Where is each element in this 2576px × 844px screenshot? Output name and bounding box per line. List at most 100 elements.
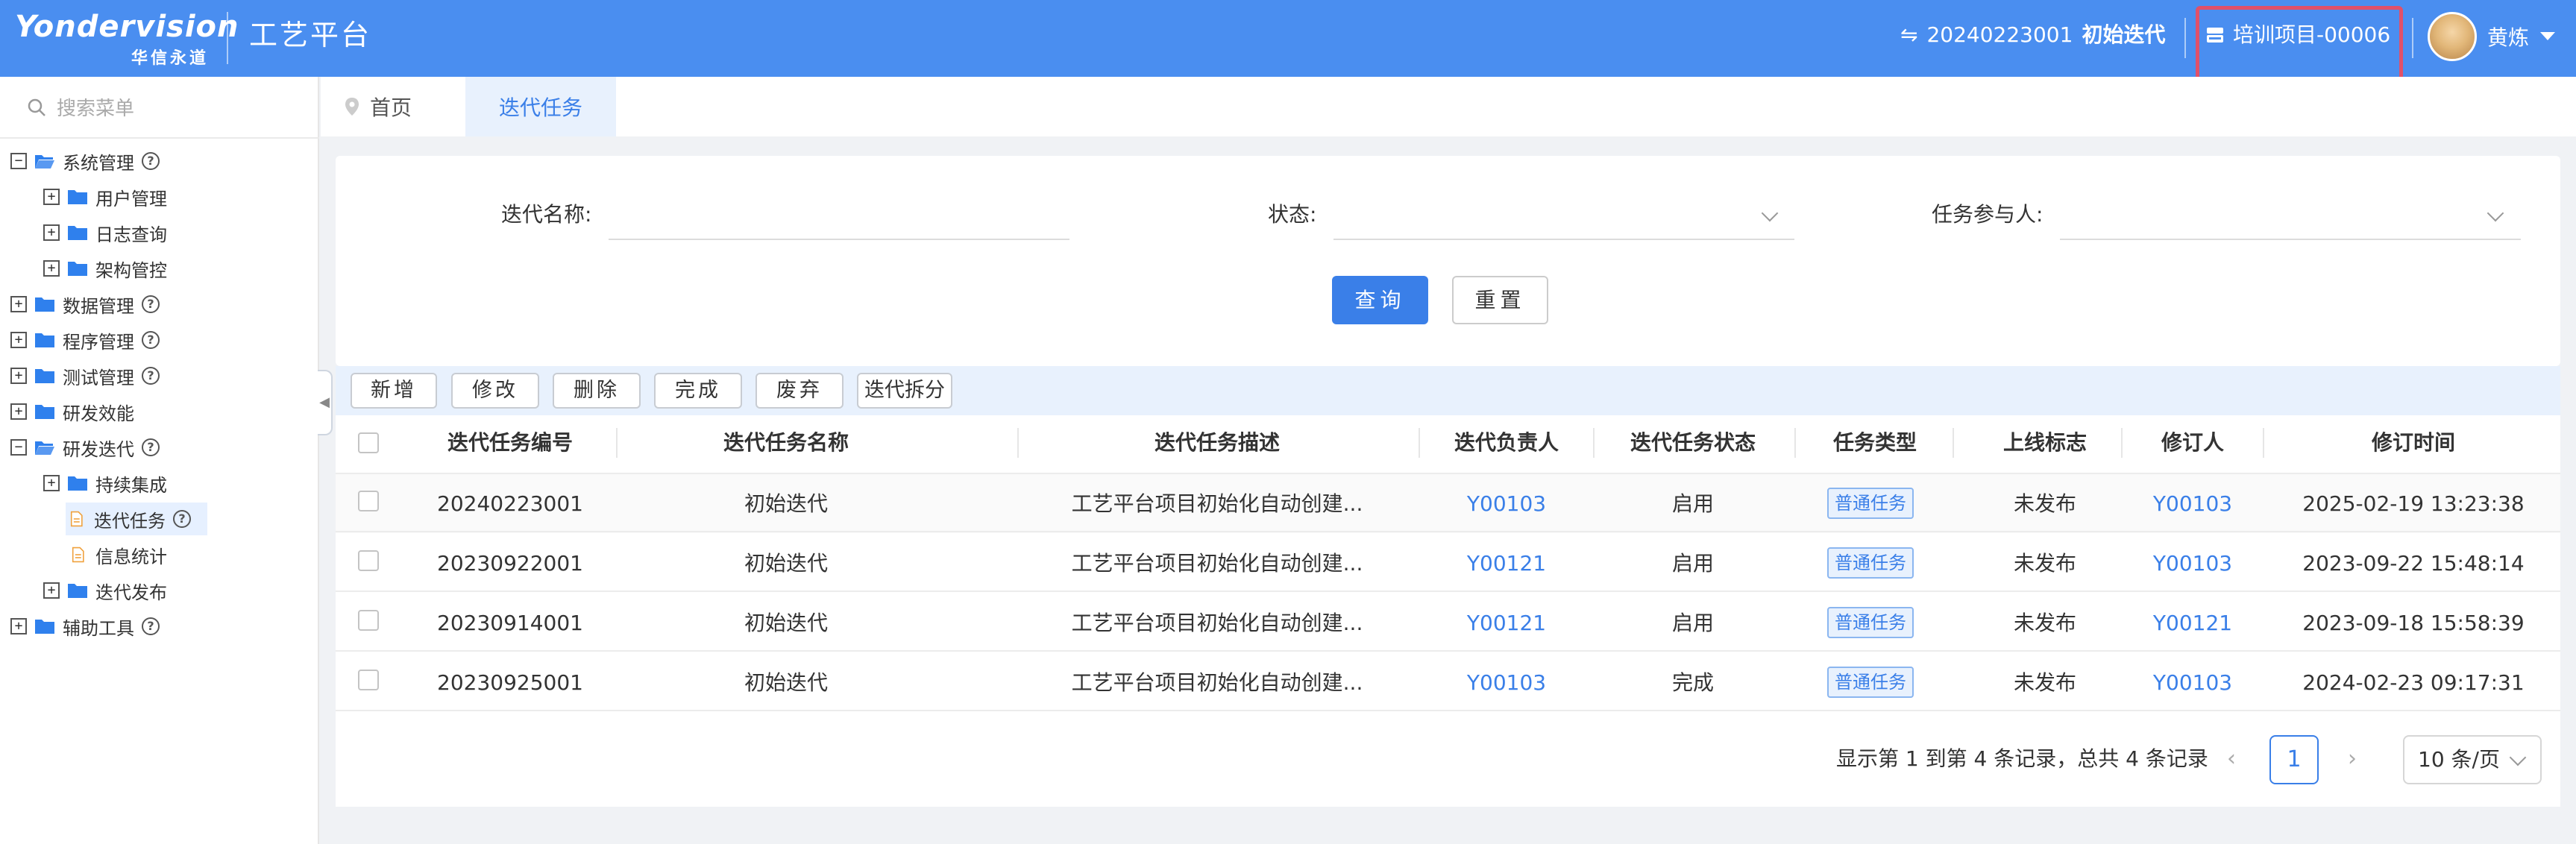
sidebar-item[interactable]: + 持续集成 bbox=[43, 467, 167, 500]
select-all-checkbox[interactable] bbox=[358, 432, 379, 453]
table-cell: 2023-09-18 15:58:39 bbox=[2302, 611, 2525, 635]
sidebar-item[interactable]: − 研发迭代? bbox=[10, 431, 160, 464]
folder-icon bbox=[35, 369, 54, 383]
expand-icon[interactable]: + bbox=[43, 189, 60, 205]
page-size-select[interactable]: 10 条/页 bbox=[2403, 735, 2542, 784]
iteration-name-input[interactable] bbox=[609, 195, 1069, 240]
sidebar-item-label: 程序管理 bbox=[63, 331, 134, 353]
query-button[interactable]: 查询 bbox=[1332, 276, 1428, 324]
page-1-button[interactable]: 1 bbox=[2269, 735, 2319, 784]
sidebar-item[interactable]: + 程序管理? bbox=[10, 324, 160, 356]
sidebar-item[interactable]: + 测试管理? bbox=[10, 359, 160, 392]
delete-button[interactable]: 删除 bbox=[553, 373, 641, 409]
sidebar-item[interactable]: + 数据管理? bbox=[10, 288, 160, 321]
expand-icon[interactable]: + bbox=[10, 368, 27, 384]
user-menu[interactable]: 黄炼 bbox=[2428, 12, 2556, 61]
expand-icon[interactable]: + bbox=[10, 296, 27, 312]
sidebar-item[interactable]: + 用户管理 bbox=[43, 180, 167, 213]
column-separator bbox=[2121, 428, 2123, 458]
expand-icon[interactable]: + bbox=[10, 618, 27, 634]
help-icon[interactable]: ? bbox=[142, 438, 160, 456]
sidebar-item[interactable]: + 辅助工具? bbox=[10, 610, 160, 643]
menu-search[interactable]: 搜索菜单 bbox=[0, 77, 319, 139]
tab-home[interactable]: 首页 bbox=[343, 77, 455, 136]
help-icon[interactable]: ? bbox=[142, 152, 160, 170]
expand-icon[interactable]: + bbox=[43, 582, 60, 599]
split-iteration-button[interactable]: 迭代拆分 bbox=[857, 373, 952, 409]
sidebar-item-label: 持续集成 bbox=[95, 474, 167, 496]
help-icon[interactable]: ? bbox=[142, 367, 160, 385]
expand-icon[interactable]: + bbox=[43, 475, 60, 491]
sidebar-item[interactable]: + 研发效能 bbox=[10, 395, 134, 428]
folder-icon bbox=[35, 620, 54, 634]
expand-icon[interactable]: + bbox=[10, 332, 27, 348]
folder-icon bbox=[68, 226, 87, 240]
folder-icon bbox=[68, 476, 87, 491]
add-button[interactable]: 新增 bbox=[351, 373, 437, 409]
status-select[interactable] bbox=[1333, 195, 1794, 240]
sidebar-item-label: 系统管理 bbox=[63, 152, 134, 174]
collapse-icon[interactable]: − bbox=[10, 153, 27, 169]
reset-button[interactable]: 重置 bbox=[1452, 276, 1548, 324]
table-cell: 初始迭代 bbox=[744, 491, 828, 516]
sidebar-item[interactable]: 迭代任务? bbox=[66, 503, 207, 535]
project-icon bbox=[2207, 28, 2223, 42]
participant-select[interactable] bbox=[2060, 195, 2521, 240]
help-icon[interactable]: ? bbox=[142, 331, 160, 349]
column-separator bbox=[1794, 428, 1796, 458]
header-divider bbox=[2412, 18, 2413, 58]
sidebar-item[interactable]: + 迭代发布 bbox=[43, 574, 167, 607]
help-icon[interactable]: ? bbox=[173, 510, 191, 528]
select-underline bbox=[2060, 239, 2521, 240]
filter-participant-label: 任务参与人: bbox=[1932, 202, 2043, 227]
column-header[interactable]: 迭代任务编号 bbox=[398, 428, 622, 458]
row-divider bbox=[336, 710, 2560, 711]
app-title: 工艺平台 bbox=[249, 19, 372, 51]
table-cell: 初始迭代 bbox=[744, 670, 828, 695]
filter-status-label: 状态: bbox=[1268, 202, 1317, 227]
folder-icon bbox=[68, 584, 87, 598]
tab-iteration-task[interactable]: 迭代任务 bbox=[465, 77, 616, 136]
folder-icon bbox=[68, 262, 87, 276]
discard-button[interactable]: 废弃 bbox=[755, 373, 844, 409]
column-header[interactable]: 迭代任务描述 bbox=[1105, 428, 1329, 458]
folder-icon bbox=[68, 190, 87, 204]
sidebar-item-label: 用户管理 bbox=[95, 188, 167, 210]
column-header[interactable]: 修订时间 bbox=[2302, 428, 2525, 458]
expand-icon[interactable]: + bbox=[43, 260, 60, 277]
expand-icon[interactable]: + bbox=[10, 403, 27, 420]
sidebar-item-label: 辅助工具 bbox=[63, 617, 134, 639]
sidebar-item[interactable]: 信息统计 bbox=[43, 538, 167, 571]
sidebar-item-label: 数据管理 bbox=[63, 295, 134, 317]
help-icon[interactable]: ? bbox=[142, 295, 160, 313]
sidebar-collapse-handle[interactable]: ◀ bbox=[318, 370, 333, 435]
sidebar-item[interactable]: + 日志查询 bbox=[43, 216, 167, 249]
expand-icon[interactable]: + bbox=[43, 224, 60, 241]
avatar bbox=[2428, 12, 2477, 61]
prev-page-button[interactable]: ‹ bbox=[2227, 744, 2236, 774]
iteration-id: 20240223001 bbox=[1926, 22, 2073, 47]
column-header[interactable]: 迭代任务名称 bbox=[674, 428, 898, 458]
document-icon bbox=[72, 547, 84, 563]
brand-logo[interactable]: Yondervision 华信永道 bbox=[15, 10, 239, 68]
tab-label: 迭代任务 bbox=[498, 95, 582, 120]
edit-button[interactable]: 修改 bbox=[451, 373, 539, 409]
column-header[interactable]: 修订人 bbox=[2081, 428, 2305, 458]
help-icon[interactable]: ? bbox=[142, 617, 160, 635]
sidebar-item[interactable]: + 架构管控 bbox=[43, 252, 167, 285]
current-project[interactable]: 培训项目-00006 bbox=[2205, 20, 2390, 50]
page-size-value: 10 条/页 bbox=[2418, 747, 2500, 772]
user-name: 黄炼 bbox=[2487, 25, 2530, 50]
complete-button[interactable]: 完成 bbox=[654, 373, 742, 409]
table-cell: 20230925001 bbox=[437, 670, 583, 695]
current-iteration[interactable]: ⇋ 20240223001 初始迭代 bbox=[1900, 20, 2165, 50]
chevron-down-icon bbox=[2509, 749, 2527, 766]
next-page-button[interactable]: › bbox=[2348, 744, 2357, 774]
tab-label: 首页 bbox=[370, 95, 412, 120]
switch-icon: ⇋ bbox=[1900, 22, 1918, 47]
table-cell: 初始迭代 bbox=[744, 551, 828, 576]
iteration-name: 初始迭代 bbox=[2082, 22, 2166, 47]
collapse-icon[interactable]: − bbox=[10, 439, 27, 456]
sidebar-item[interactable]: − 系统管理? bbox=[10, 145, 160, 177]
table-cell: 工艺平台项目初始化自动创建... bbox=[1071, 491, 1363, 516]
